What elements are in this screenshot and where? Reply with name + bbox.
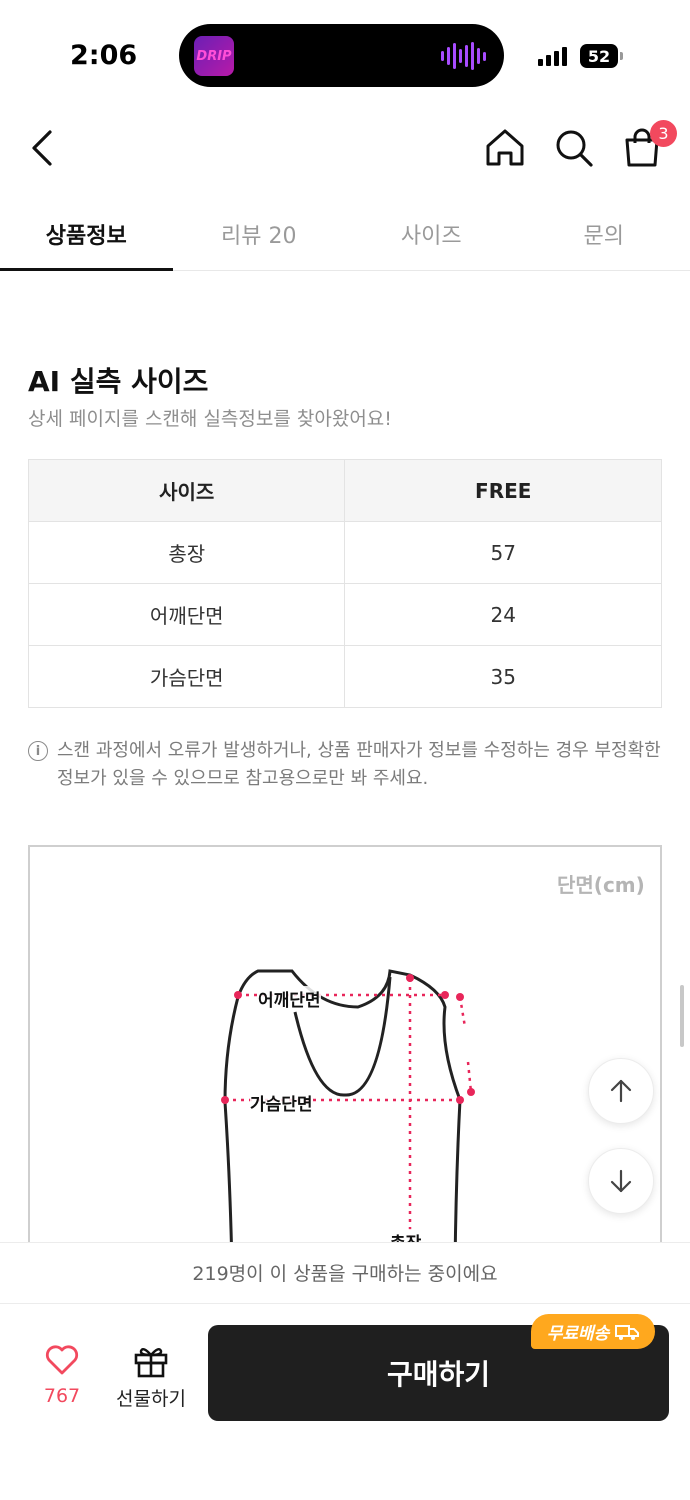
product-tabs: 상품정보 리뷰 20 사이즈 문의	[0, 200, 690, 271]
table-cell: 57	[344, 521, 662, 584]
cart-count-badge: 3	[650, 120, 677, 147]
search-button[interactable]	[552, 126, 596, 170]
heart-icon	[45, 1345, 79, 1375]
arrow-down-icon	[610, 1169, 632, 1193]
status-time: 2:06	[70, 40, 138, 71]
gift-icon	[134, 1348, 168, 1378]
table-header: 사이즈	[27, 459, 346, 522]
table-header-row: 사이즈 FREE	[27, 459, 662, 522]
back-icon	[32, 130, 52, 166]
scrollbar[interactable]	[680, 985, 684, 1047]
waveform-icon	[441, 41, 486, 71]
free-shipping-label: 무료배송	[546, 1324, 610, 1344]
signal-icon	[538, 47, 567, 66]
truck-icon	[615, 1324, 640, 1340]
free-shipping-badge: 무료배송	[531, 1314, 655, 1349]
back-button[interactable]	[22, 126, 62, 170]
garment-illustration	[221, 969, 475, 1265]
arrow-up-icon	[610, 1079, 632, 1103]
home-icon	[486, 129, 524, 166]
size-diagram: 단면(cm) 어깨단면 가슴단면 총장	[28, 845, 662, 1265]
tab-inquiry[interactable]: 문의	[518, 200, 690, 270]
info-icon: i	[28, 741, 48, 761]
table-row: 총장 57	[27, 521, 662, 584]
section-title: AI 실측 사이즈	[28, 365, 209, 398]
like-count: 767	[43, 1385, 81, 1407]
table-row: 가슴단면 35	[27, 645, 662, 708]
dynamic-island: DRIP	[179, 24, 504, 87]
table-header: FREE	[344, 459, 662, 522]
status-bar: 2:06 DRIP 52	[0, 0, 690, 110]
home-button[interactable]	[483, 126, 527, 170]
battery-level: 52	[587, 46, 611, 66]
tab-size[interactable]: 사이즈	[345, 200, 518, 270]
table-cell: 24	[344, 583, 662, 646]
search-icon	[556, 130, 593, 167]
table-cell: 가슴단면	[27, 645, 346, 708]
scroll-top-button[interactable]	[588, 1058, 654, 1124]
battery-icon: 52	[580, 44, 618, 68]
table-cell: 어깨단면	[27, 583, 346, 646]
shoulder-label: 어깨단면	[258, 986, 321, 1011]
bottom-action-bar: 767 선물하기 구매하기 무료배송	[0, 1304, 690, 1500]
tab-product-info[interactable]: 상품정보	[0, 200, 173, 271]
table-cell: 35	[344, 645, 662, 708]
section-subtitle: 상세 페이지를 스캔해 실측정보를 찾아왔어요!	[28, 408, 392, 430]
chest-label: 가슴단면	[250, 1090, 313, 1115]
scroll-bottom-button[interactable]	[588, 1148, 654, 1214]
gift-label: 선물하기	[116, 1388, 186, 1410]
notice-text: 스캔 과정에서 오류가 발생하거나, 상품 판매자가 정보를 수정하는 경우 부…	[57, 740, 661, 789]
scan-notice: i 스캔 과정에서 오류가 발생하거나, 상품 판매자가 정보를 수정하는 경우…	[28, 737, 662, 793]
drip-app-icon: DRIP	[194, 36, 234, 76]
buying-now-banner: 219명이 이 상품을 구매하는 중이에요	[0, 1242, 690, 1304]
tab-reviews[interactable]: 리뷰 20	[173, 200, 346, 270]
buy-label: 구매하기	[386, 1358, 491, 1391]
top-navigation	[0, 110, 690, 190]
battery-cap	[620, 52, 623, 60]
size-table: 사이즈 FREE 총장 57 어깨단면 24 가슴단면 35	[27, 459, 662, 708]
table-cell: 총장	[27, 521, 346, 584]
table-row: 어깨단면 24	[27, 583, 662, 646]
